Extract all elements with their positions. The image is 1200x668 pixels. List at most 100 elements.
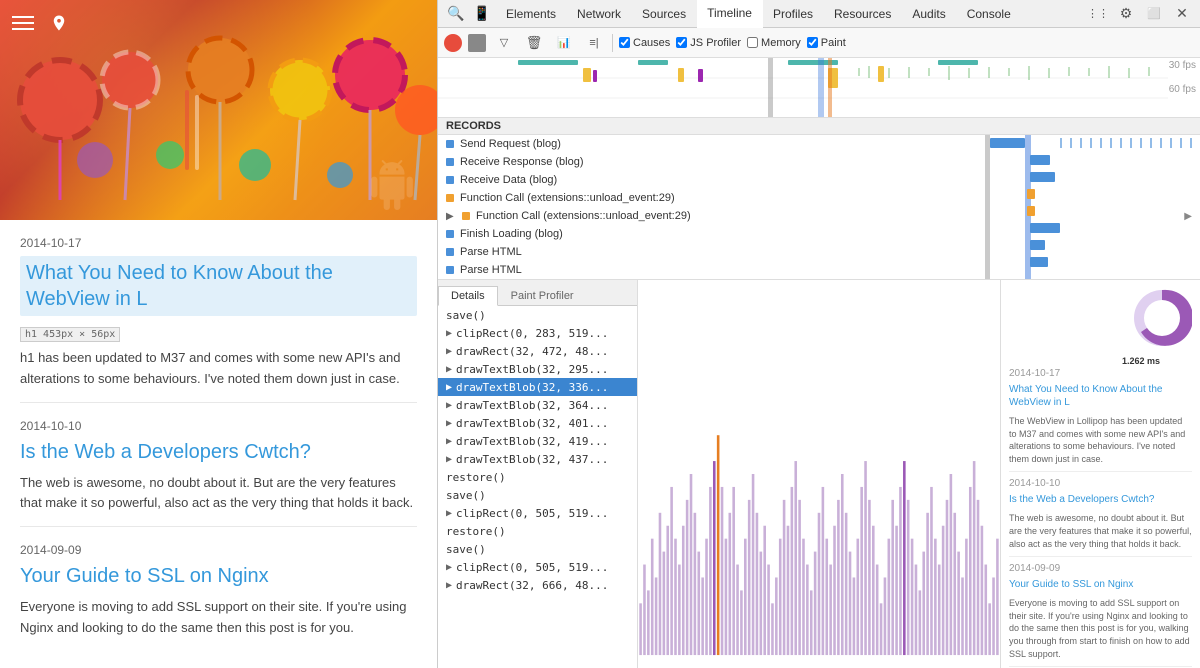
cmd-3[interactable]: ▶drawTextBlob(32, 295... <box>438 360 637 378</box>
cmd-label-0: save() <box>446 309 486 322</box>
chart-icon[interactable]: 📊 <box>552 31 576 55</box>
tab-console[interactable]: Console <box>957 0 1022 28</box>
post-date-2: 2014-10-10 <box>20 419 417 433</box>
settings-icon[interactable]: ⚙ <box>1114 2 1138 26</box>
record-label-1: Receive Response (blog) <box>460 156 584 168</box>
cmd-label-6: drawTextBlob(32, 401... <box>456 417 608 430</box>
bottom-panel: Details Paint Profiler save() ▶clipRect(… <box>438 280 1200 668</box>
tab-timeline[interactable]: Timeline <box>697 0 763 28</box>
cmd-4[interactable]: ▶drawTextBlob(32, 336... <box>438 378 637 396</box>
post-excerpt-1: h1 has been updated to M37 and comes wit… <box>20 348 417 390</box>
record-color-1 <box>446 158 454 166</box>
record-item-4[interactable]: ▶ Function Call (extensions::unload_even… <box>438 207 1200 225</box>
cmd-10[interactable]: save() <box>438 486 637 504</box>
record-label-2: Receive Data (blog) <box>460 174 557 186</box>
cmd-2[interactable]: ▶drawRect(32, 472, 48... <box>438 342 637 360</box>
record-color-2 <box>446 176 454 184</box>
preview-title-0: What You Need to Know About the WebView … <box>1009 383 1192 409</box>
tab-details[interactable]: Details <box>438 286 498 306</box>
record-item-3: Function Call (extensions::unload_event:… <box>438 189 1200 207</box>
record-label-6: Parse HTML <box>460 246 522 258</box>
post-date-3: 2014-09-09 <box>20 543 417 557</box>
causes-checkbox[interactable]: Causes <box>619 37 670 49</box>
cmd-9[interactable]: restore() <box>438 468 637 486</box>
filter-icon[interactable]: ▽ <box>492 31 516 55</box>
post-title-1[interactable]: What You Need to Know About the WebView … <box>20 256 417 316</box>
separator-1 <box>612 34 613 52</box>
preview-post-1: 2014-10-10 Is the Web a Developers Cwtch… <box>1009 478 1192 550</box>
left-panel: 2014-10-17 What You Need to Know About t… <box>0 0 437 668</box>
tab-network[interactable]: Network <box>567 0 632 28</box>
hero-image <box>0 0 437 220</box>
timeline-overview: 30 fps 60 fps <box>438 58 1200 118</box>
tab-sources[interactable]: Sources <box>632 0 697 28</box>
tab-resources[interactable]: Resources <box>824 0 902 28</box>
fps-30-label: 30 fps <box>1169 60 1196 71</box>
cmd-8[interactable]: ▶drawTextBlob(32, 437... <box>438 450 637 468</box>
command-list: save() ▶clipRect(0, 283, 519... ▶drawRec… <box>438 306 637 668</box>
preview-text-1: The web is awesome, no doubt about it. B… <box>1009 512 1192 550</box>
record-color-4 <box>462 212 470 220</box>
cmd-label-10: save() <box>446 489 486 502</box>
record-label-0: Send Request (blog) <box>460 138 561 150</box>
customize-icon[interactable]: ⋮⋮ <box>1086 2 1110 26</box>
pie-chart-svg <box>1132 288 1192 348</box>
mobile-icon[interactable]: 📱 <box>470 2 494 26</box>
cmd-15[interactable]: ▶drawRect(32, 666, 48... <box>438 576 637 594</box>
cmd-11[interactable]: ▶clipRect(0, 505, 519... <box>438 504 637 522</box>
record-color-6 <box>446 248 454 256</box>
record-color-7 <box>446 266 454 274</box>
cmd-5[interactable]: ▶drawTextBlob(32, 364... <box>438 396 637 414</box>
cmd-1[interactable]: ▶clipRect(0, 283, 519... <box>438 324 637 342</box>
cmd-label-9: restore() <box>446 471 506 484</box>
tab-audits[interactable]: Audits <box>902 0 956 28</box>
dock-icon[interactable]: ⬜ <box>1142 2 1166 26</box>
preview-date-2: 2014-09-09 <box>1009 563 1192 574</box>
record-btn[interactable] <box>444 34 462 52</box>
record-label-7: Parse HTML <box>460 264 522 276</box>
preview-title-1: Is the Web a Developers Cwtch? <box>1009 493 1192 506</box>
delete-icon[interactable]: 🗑 <box>522 31 546 55</box>
preview-post-2: 2014-09-09 Your Guide to SSL on Nginx Ev… <box>1009 563 1192 660</box>
post-date-1: 2014-10-17 <box>20 236 417 250</box>
preview-content: 2014-10-17 What You Need to Know About t… <box>1001 360 1200 668</box>
cmd-12[interactable]: restore() <box>438 522 637 540</box>
tab-profiles[interactable]: Profiles <box>763 0 824 28</box>
tab-paint-profiler[interactable]: Paint Profiler <box>498 286 587 306</box>
post-title-3[interactable]: Your Guide to SSL on Nginx <box>20 563 417 589</box>
preview-date-1: 2014-10-10 <box>1009 478 1192 489</box>
cmd-label-5: drawTextBlob(32, 364... <box>456 399 608 412</box>
preview-divider-0 <box>1009 471 1192 472</box>
cmd-13[interactable]: save() <box>438 540 637 558</box>
devtools-panel: 🔍 📱 Elements Network Sources Timeline Pr… <box>437 0 1200 668</box>
pie-chart-container: 1.262 ms <box>1132 288 1192 348</box>
record-item-0: Send Request (blog) <box>438 135 1200 153</box>
cmd-0[interactable]: save() <box>438 306 637 324</box>
preview-text-0: The WebView in Lollipop has been updated… <box>1009 415 1192 465</box>
paint-checkbox[interactable]: Paint <box>807 37 846 49</box>
cmd-label-12: restore() <box>446 525 506 538</box>
devtools-right-icons: ⋮⋮ ⚙ ⬜ ✕ <box>1086 2 1194 26</box>
stop-btn[interactable] <box>468 34 486 52</box>
search-icon[interactable]: 🔍 <box>444 2 468 26</box>
divider-2 <box>20 526 417 527</box>
record-item-6: Parse HTML <box>438 243 1200 261</box>
element-badge-1: h1 453px × 56px <box>20 327 120 342</box>
memory-checkbox[interactable]: Memory <box>747 37 801 49</box>
cmd-label-11: clipRect(0, 505, 519... <box>456 507 608 520</box>
cmd-6[interactable]: ▶drawTextBlob(32, 401... <box>438 414 637 432</box>
record-color-0 <box>446 140 454 148</box>
cmd-7[interactable]: ▶drawTextBlob(32, 419... <box>438 432 637 450</box>
close-icon[interactable]: ✕ <box>1170 2 1194 26</box>
chart-panel <box>638 280 1000 668</box>
timeline-toolbar: ▽ 🗑 📊 ≡| Causes JS Profiler Memory Paint <box>438 28 1200 58</box>
record-item-1: Receive Response (blog) <box>438 153 1200 171</box>
cmd-label-14: clipRect(0, 505, 519... <box>456 561 608 574</box>
cmd-14[interactable]: ▶clipRect(0, 505, 519... <box>438 558 637 576</box>
js-profiler-checkbox[interactable]: JS Profiler <box>676 37 741 49</box>
devtools-tabs: Elements Network Sources Timeline Profil… <box>496 0 1022 28</box>
flame-icon[interactable]: ≡| <box>582 31 606 55</box>
post-title-2[interactable]: Is the Web a Developers Cwtch? <box>20 439 417 465</box>
blog-content: 2014-10-17 What You Need to Know About t… <box>0 220 437 661</box>
tab-elements[interactable]: Elements <box>496 0 567 28</box>
